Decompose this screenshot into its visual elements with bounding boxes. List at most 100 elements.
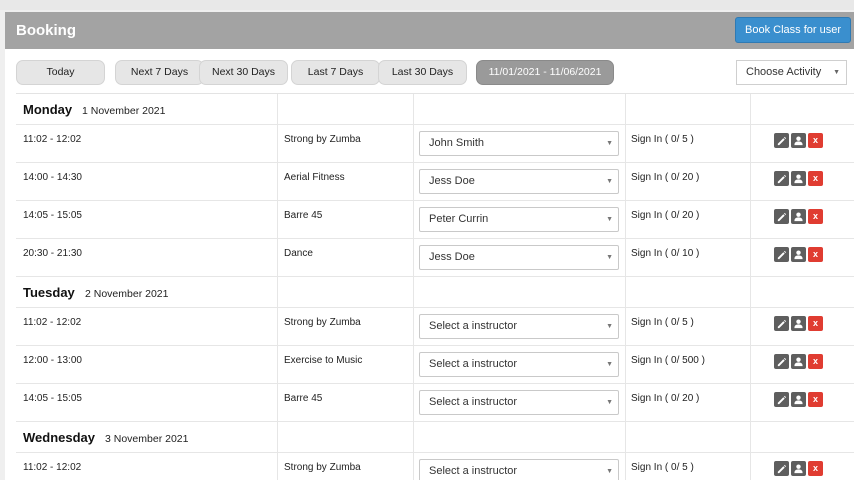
sign-in-link[interactable]: Sign In ( 0/ 20 ) <box>631 393 699 404</box>
instructor-select-value: Select a instructor <box>429 320 518 332</box>
session-time: 14:05 - 15:05 <box>23 393 82 404</box>
day-header-row: Monday 1 November 2021 <box>16 94 854 125</box>
edit-button[interactable] <box>774 316 789 331</box>
user-button[interactable] <box>791 316 806 331</box>
edit-button[interactable] <box>774 392 789 407</box>
day-header-row: Wednesday 3 November 2021 <box>16 422 854 453</box>
user-button[interactable] <box>791 247 806 262</box>
sign-in-link[interactable]: Sign In ( 0/ 5 ) <box>631 462 694 473</box>
instructor-select[interactable]: Jess Doe ▼ <box>419 245 619 270</box>
filter-button[interactable]: Last 7 Days <box>291 60 380 85</box>
close-icon: x <box>812 463 818 473</box>
page-header: Booking Book Class for user <box>5 12 854 49</box>
delete-button[interactable]: x <box>808 171 823 186</box>
session-time: 14:05 - 15:05 <box>23 210 82 221</box>
day-header-row: Tuesday 2 November 2021 <box>16 277 854 308</box>
day-date: 2 November 2021 <box>85 288 169 300</box>
chevron-down-icon: ▼ <box>606 468 613 475</box>
edit-button[interactable] <box>774 209 789 224</box>
day-date: 1 November 2021 <box>82 105 166 117</box>
sign-in-link[interactable]: Sign In ( 0/ 10 ) <box>631 248 699 259</box>
session-row: 14:00 - 14:30 Aerial Fitness Jess Doe ▼ Sign… <box>16 163 854 201</box>
filter-button[interactable]: Next 30 Days <box>199 60 288 85</box>
delete-button[interactable]: x <box>808 316 823 331</box>
edit-button[interactable] <box>774 247 789 262</box>
filter-button[interactable]: Last 30 Days <box>378 60 467 85</box>
session-time: 20:30 - 21:30 <box>23 248 82 259</box>
session-class: Aerial Fitness <box>284 172 345 183</box>
sign-in-link[interactable]: Sign In ( 0/ 5 ) <box>631 317 694 328</box>
instructor-select[interactable]: Select a instructor ▼ <box>419 459 619 480</box>
edit-button[interactable] <box>774 461 789 476</box>
delete-button[interactable]: x <box>808 461 823 476</box>
close-icon: x <box>812 356 818 366</box>
instructor-select[interactable]: Peter Currin ▼ <box>419 207 619 232</box>
session-time: 14:00 - 14:30 <box>23 172 82 183</box>
top-strip <box>0 0 854 10</box>
book-class-button[interactable]: Book Class for user <box>735 17 851 43</box>
session-time: 11:02 - 12:02 <box>23 317 82 328</box>
session-row: 11:02 - 12:02 Strong by Zumba Select a ins… <box>16 453 854 480</box>
day-name: Monday <box>23 102 73 117</box>
schedule-table: Monday 1 November 2021 11:02 - 12:02 Strong… <box>16 93 854 480</box>
instructor-select-value: John Smith <box>429 137 485 149</box>
filter-button[interactable]: Today <box>16 60 105 85</box>
booking-panel: Today Next 7 Days Next 30 Days Last 7 Days L… <box>5 49 854 480</box>
close-icon: x <box>812 249 818 259</box>
filter-button[interactable]: Next 7 Days <box>115 60 204 85</box>
session-row: 12:00 - 13:00 Exercise to Music Select a i… <box>16 346 854 384</box>
chevron-down-icon: ▼ <box>833 69 840 76</box>
session-row: 20:30 - 21:30 Dance Jess Doe ▼ Sign In ( 0/ … <box>16 239 854 277</box>
close-icon: x <box>812 211 818 221</box>
chevron-down-icon: ▼ <box>606 361 613 368</box>
delete-button[interactable]: x <box>808 392 823 407</box>
instructor-select-value: Select a instructor <box>429 465 518 477</box>
session-row: 11:02 - 12:02 Strong by Zumba John Smith ▼ S… <box>16 125 854 163</box>
chevron-down-icon: ▼ <box>606 323 613 330</box>
session-class: Exercise to Music <box>284 355 363 366</box>
sign-in-link[interactable]: Sign In ( 0/ 500 ) <box>631 355 705 366</box>
session-time: 12:00 - 13:00 <box>23 355 82 366</box>
instructor-select[interactable]: Select a instructor ▼ <box>419 352 619 377</box>
session-class: Strong by Zumba <box>284 462 361 473</box>
close-icon: x <box>812 173 818 183</box>
sign-in-link[interactable]: Sign In ( 0/ 20 ) <box>631 210 699 221</box>
chevron-down-icon: ▼ <box>606 399 613 406</box>
user-button[interactable] <box>791 133 806 148</box>
user-button[interactable] <box>791 392 806 407</box>
instructor-select-value: Peter Currin <box>429 213 489 225</box>
instructor-select[interactable]: Select a instructor ▼ <box>419 390 619 415</box>
delete-button[interactable]: x <box>808 209 823 224</box>
edit-button[interactable] <box>774 354 789 369</box>
user-button[interactable] <box>791 171 806 186</box>
sign-in-link[interactable]: Sign In ( 0/ 20 ) <box>631 172 699 183</box>
instructor-select[interactable]: Select a instructor ▼ <box>419 314 619 339</box>
session-row: 14:05 - 15:05 Barre 45 Select a instructor… <box>16 384 854 422</box>
session-time: 11:02 - 12:02 <box>23 462 82 473</box>
close-icon: x <box>812 394 818 404</box>
instructor-select-value: Jess Doe <box>429 251 475 263</box>
chevron-down-icon: ▼ <box>606 140 613 147</box>
session-class: Strong by Zumba <box>284 317 361 328</box>
instructor-select[interactable]: John Smith ▼ <box>419 131 619 156</box>
close-icon: x <box>812 135 818 145</box>
instructor-select[interactable]: Jess Doe ▼ <box>419 169 619 194</box>
day-name: Wednesday <box>23 430 96 445</box>
user-button[interactable] <box>791 209 806 224</box>
user-button[interactable] <box>791 461 806 476</box>
activity-select-value: Choose Activity <box>746 66 822 78</box>
session-row: 11:02 - 12:02 Strong by Zumba Select a ins… <box>16 308 854 346</box>
delete-button[interactable]: x <box>808 247 823 262</box>
activity-select[interactable]: Choose Activity ▼ <box>736 60 847 85</box>
page-title: Booking <box>16 22 76 39</box>
delete-button[interactable]: x <box>808 354 823 369</box>
session-row: 14:05 - 15:05 Barre 45 Peter Currin ▼ Sign I… <box>16 201 854 239</box>
filter-button[interactable]: 11/01/2021 - 11/06/2021 <box>476 60 614 85</box>
sign-in-link[interactable]: Sign In ( 0/ 5 ) <box>631 134 694 145</box>
delete-button[interactable]: x <box>808 133 823 148</box>
edit-button[interactable] <box>774 171 789 186</box>
instructor-select-value: Select a instructor <box>429 358 518 370</box>
edit-button[interactable] <box>774 133 789 148</box>
user-button[interactable] <box>791 354 806 369</box>
instructor-select-value: Select a instructor <box>429 396 518 408</box>
